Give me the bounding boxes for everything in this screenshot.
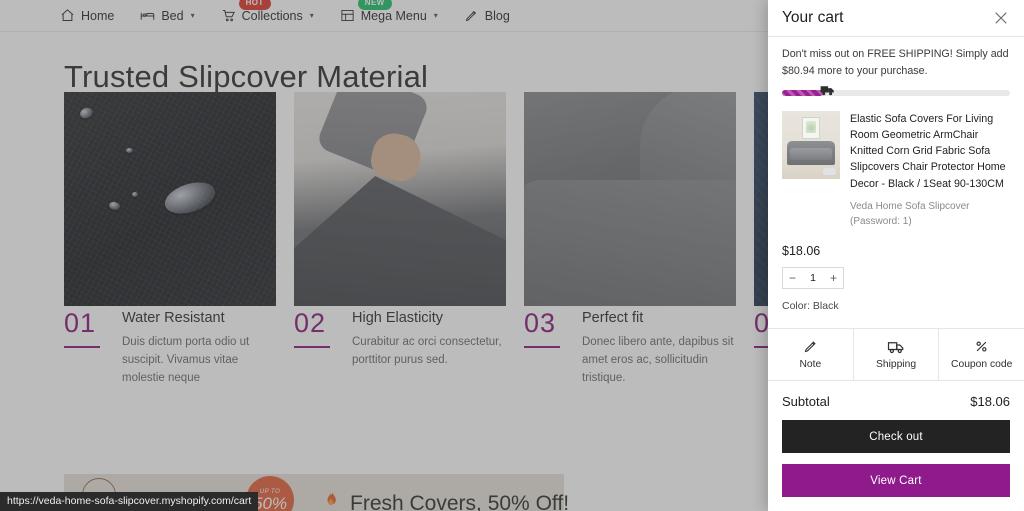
cart-title: Your cart <box>782 9 844 26</box>
subtotal-value: $18.06 <box>970 394 1010 409</box>
progress-fill <box>782 89 824 96</box>
cart-line-item: Elastic Sofa Covers For Living Room Geom… <box>782 110 1010 235</box>
cart-body: Don't miss out on FREE SHIPPING! Simply … <box>768 37 1024 318</box>
subtotal-row: Subtotal $18.06 <box>768 381 1024 420</box>
truck-icon <box>887 339 905 354</box>
cart-header: Your cart <box>768 0 1024 37</box>
browser-status-url: https://veda-home-sofa-slipcover.myshopi… <box>0 492 259 511</box>
view-cart-button[interactable]: View Cart <box>782 464 1010 497</box>
percent-icon <box>974 339 989 354</box>
quantity-value: 1 <box>810 271 816 284</box>
product-price: $18.06 <box>782 243 821 258</box>
note-button[interactable]: Note <box>768 329 853 380</box>
shipping-button[interactable]: Shipping <box>852 329 939 380</box>
quantity-increase-button[interactable]: + <box>824 268 843 288</box>
subtotal-label: Subtotal <box>782 394 830 409</box>
checkout-button[interactable]: Check out <box>782 420 1010 453</box>
close-icon[interactable] <box>992 9 1010 27</box>
quantity-stepper[interactable]: − 1 + <box>782 266 844 289</box>
product-title[interactable]: Elastic Sofa Covers For Living Room Geom… <box>850 111 1010 192</box>
pencil-icon <box>803 339 818 354</box>
shipping-truck-icon <box>820 85 834 95</box>
free-shipping-progress <box>782 85 1010 97</box>
coupon-code-label: Coupon code <box>951 359 1013 370</box>
coupon-code-button[interactable]: Coupon code <box>938 329 1024 380</box>
cart-buttons: Check out View Cart <box>768 420 1024 511</box>
shipping-label: Shipping <box>875 359 917 370</box>
cart-action-row: Note Shipping Coupon code <box>768 328 1024 381</box>
free-shipping-message: Don't miss out on FREE SHIPPING! Simply … <box>782 48 1009 78</box>
cart-drawer: Your cart Don't miss out on FREE SHIPPIN… <box>768 0 1024 511</box>
product-thumbnail[interactable] <box>782 110 840 179</box>
product-color: Color: Black <box>782 299 839 312</box>
note-label: Note <box>799 359 822 370</box>
product-vendor: Veda Home Sofa Slipcover (Password: 1) <box>850 200 970 227</box>
quantity-decrease-button[interactable]: − <box>783 268 802 288</box>
